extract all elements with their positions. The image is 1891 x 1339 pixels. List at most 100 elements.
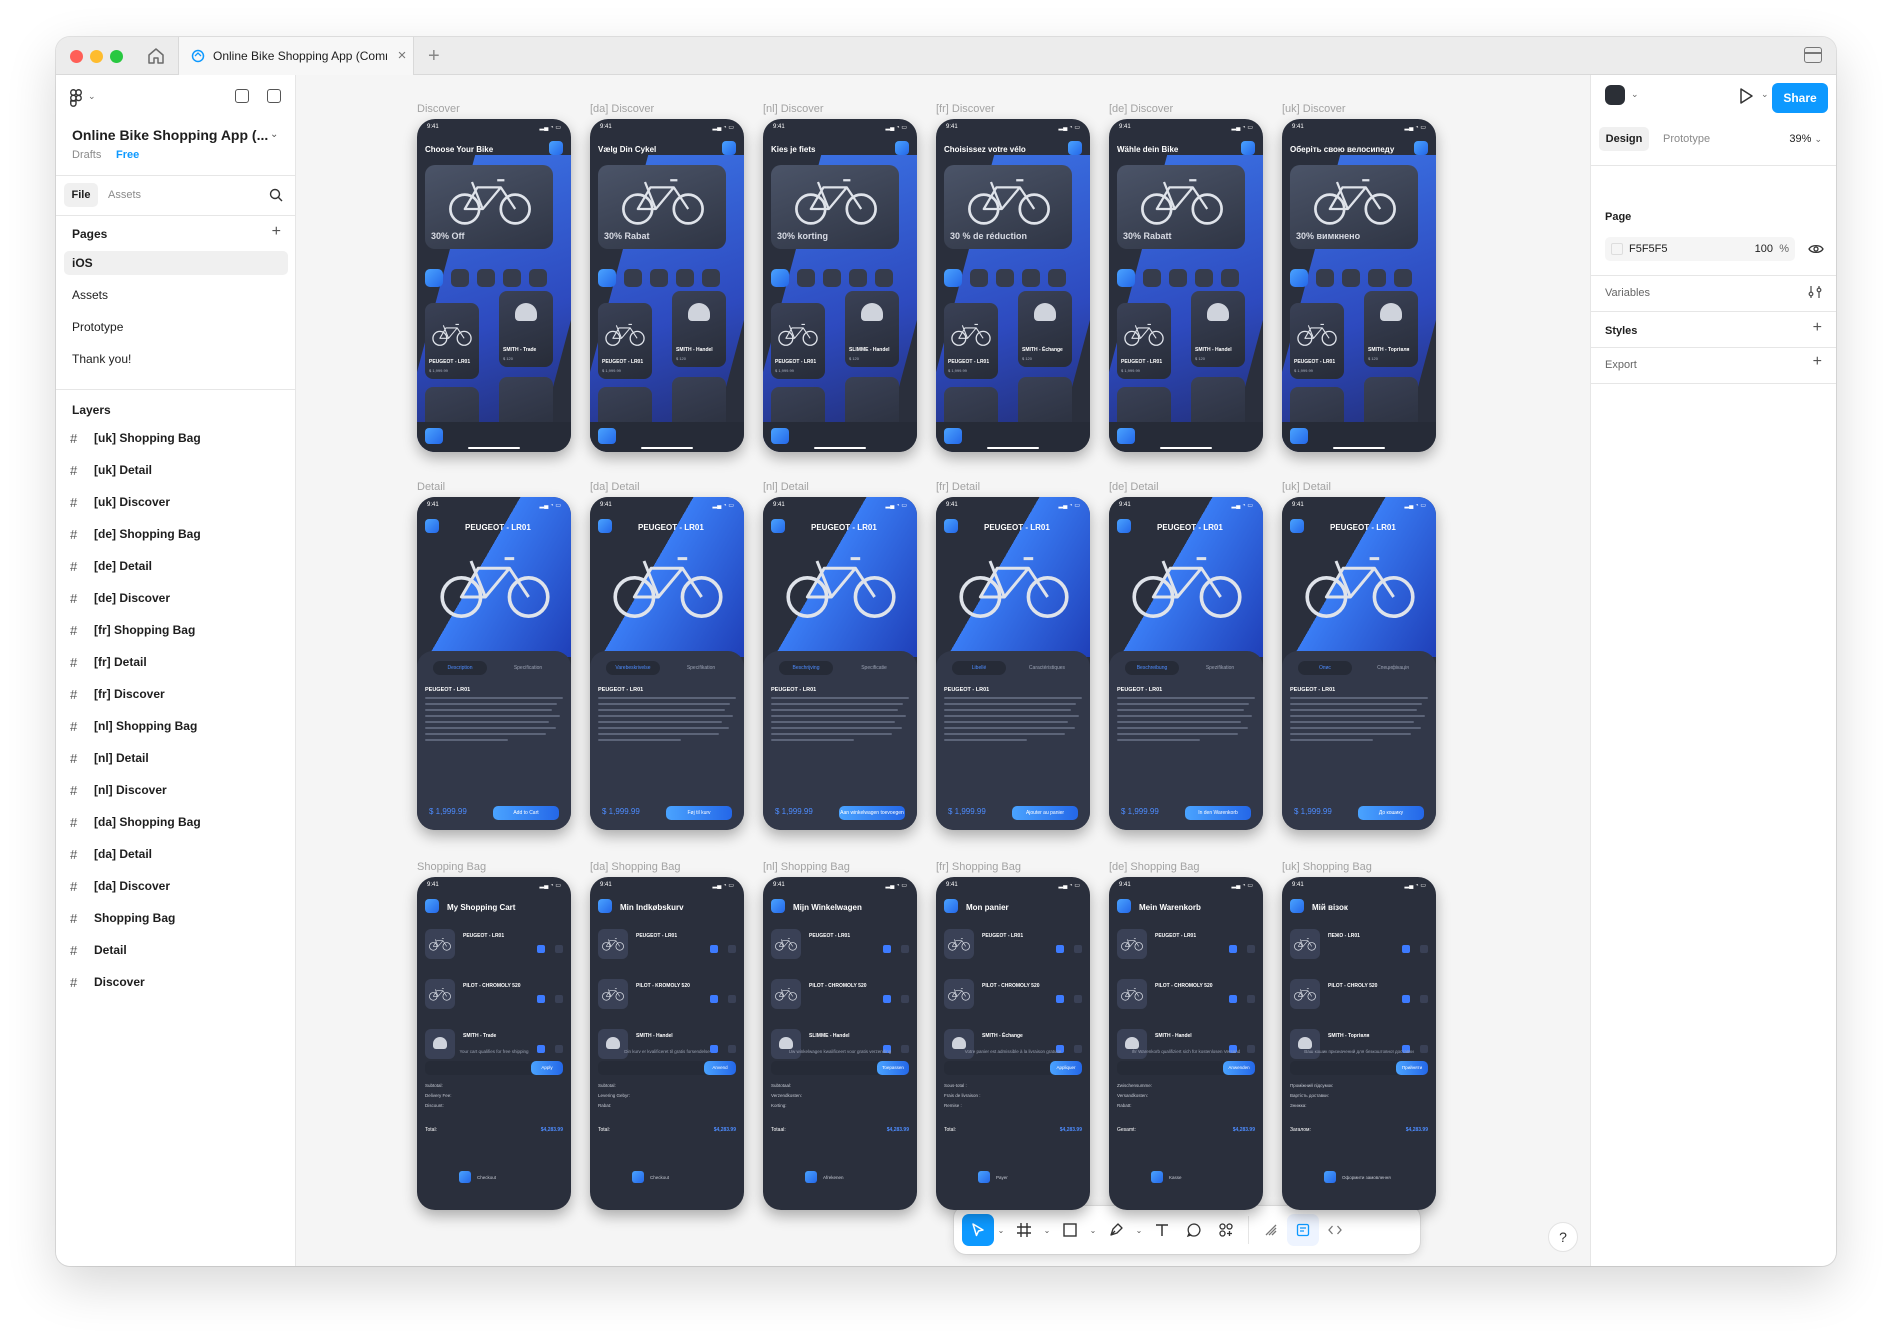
page-color-field[interactable]: F5F5F5 100 % [1605, 237, 1795, 261]
plus-button[interactable] [537, 995, 545, 1003]
variables-heading[interactable]: Variables [1605, 287, 1650, 299]
tab-design[interactable]: Design [1599, 127, 1649, 151]
quantity-stepper[interactable] [537, 995, 563, 1003]
tab-specification[interactable]: Specificatie [847, 661, 901, 675]
apply-button[interactable]: Прийняти [1396, 1061, 1428, 1075]
discover-screen[interactable]: 9:41 ▂▄ ◔ ▭ Оберіть свою велосипеду 30% вим… [1282, 119, 1436, 452]
frame-label[interactable]: [da] Shopping Bag [590, 861, 681, 873]
tab-specification[interactable]: Specifikation [674, 661, 728, 675]
chevron-down-icon[interactable]: ⌄ [1086, 1226, 1100, 1235]
minus-button[interactable] [1420, 945, 1428, 953]
zoom-dropdown[interactable]: 39% ⌄ [1789, 127, 1822, 151]
detail-screen[interactable]: 9:41 ▂▄ ◔ ▭ PEUGEOT - LR01 Beschreibung Spez… [1109, 497, 1263, 830]
cart-item[interactable]: SLIMME - Handel [771, 1029, 909, 1061]
tab-bar-bike-button[interactable] [598, 428, 616, 444]
product-card[interactable]: PEUGEOT - LR01 $ 1,999.99 [1290, 303, 1344, 379]
category-button[interactable] [477, 269, 495, 287]
file-name[interactable]: Online Bike Shopping App (... [72, 127, 268, 143]
page-color-hex[interactable]: F5F5F5 [1629, 237, 1668, 261]
comment-tool-icon[interactable] [1178, 1214, 1210, 1246]
cart-item[interactable]: PEUGEOT - LR01 [598, 929, 736, 961]
close-tab-icon[interactable]: × [393, 47, 411, 65]
frame-tool-icon[interactable] [1008, 1214, 1040, 1246]
detail-screen[interactable]: 9:41 ▂▄ ◔ ▭ PEUGEOT - LR01 Varebeskrivelse S… [590, 497, 744, 830]
detail-screen[interactable]: 9:41 ▂▄ ◔ ▭ PEUGEOT - LR01 Опис Специфікація… [1282, 497, 1436, 830]
plus-button[interactable] [710, 945, 718, 953]
category-button[interactable] [624, 269, 642, 287]
shopping-bag-screen[interactable]: 9:41 ▂▄ ◔ ▭ Min Indkøbskurv PEUGEOT - LR01 P… [590, 877, 744, 1210]
layer-item[interactable]: # [nl] Shopping Bag [70, 715, 197, 737]
category-button[interactable] [1169, 269, 1187, 287]
hero-banner[interactable]: 30% Rabatt [1117, 165, 1245, 249]
chevron-down-icon[interactable]: ⌄ [1040, 1226, 1054, 1235]
cart-item[interactable]: PILOT - CHROMOLY 520 [944, 979, 1082, 1011]
quantity-stepper[interactable] [1056, 945, 1082, 953]
frame-label[interactable]: [fr] Shopping Bag [936, 861, 1021, 873]
maximize-window-button[interactable] [110, 50, 123, 63]
cart-item[interactable]: PEUGEOT - LR01 [944, 929, 1082, 961]
product-card[interactable]: SMITH - Handel $ 120 [672, 291, 726, 367]
product-card[interactable]: SLIMME - Handel $ 120 [845, 291, 899, 367]
chevron-down-icon[interactable]: ⌄ [1761, 89, 1769, 100]
shopping-bag-screen[interactable]: 9:41 ▂▄ ◔ ▭ My Shopping Cart PEUGEOT - LR01… [417, 877, 571, 1210]
checkout-button[interactable] [1151, 1171, 1163, 1183]
dev-mode-icon[interactable] [1319, 1214, 1351, 1246]
product-card[interactable]: PEUGEOT - LR01 $ 1,999.99 [944, 303, 998, 379]
quantity-stepper[interactable] [1229, 995, 1255, 1003]
frame-label[interactable]: [de] Shopping Bag [1109, 861, 1200, 873]
product-card[interactable]: PEUGEOT - LR01 $ 1,999.99 [425, 303, 479, 379]
promo-code-input[interactable]: Anvend [598, 1061, 736, 1075]
cart-item[interactable]: SMITH - Échange [944, 1029, 1082, 1061]
add-to-cart-button[interactable]: До кошику [1358, 806, 1424, 820]
cart-item[interactable]: PEUGEOT - LR01 [1117, 929, 1255, 961]
category-button[interactable] [875, 269, 893, 287]
add-page-icon[interactable]: + [272, 223, 281, 241]
frame-label[interactable]: [fr] Discover [936, 103, 995, 115]
category-button[interactable] [1368, 269, 1386, 287]
back-button[interactable] [425, 519, 439, 533]
tab-bar-bike-button[interactable] [771, 428, 789, 444]
tab-specification[interactable]: Caractéristiques [1020, 661, 1074, 675]
category-button[interactable] [849, 269, 867, 287]
cart-item[interactable]: SMITH - Handel [598, 1029, 736, 1061]
layer-item[interactable]: # [de] Discover [70, 587, 170, 609]
tab-description[interactable]: Libellé [952, 661, 1006, 675]
hero-banner[interactable]: 30% Off [425, 165, 553, 249]
eye-icon[interactable] [1808, 241, 1824, 257]
discover-screen[interactable]: 9:41 ▂▄ ◔ ▭ Choisissez votre vélo 30 % de r… [936, 119, 1090, 452]
product-card[interactable]: PEUGEOT - LR01 $ 1,999.99 [1117, 303, 1171, 379]
plus-button[interactable] [710, 995, 718, 1003]
cart-item[interactable]: PILOT - CHROMOLY 520 [1117, 979, 1255, 1011]
minus-button[interactable] [1420, 995, 1428, 1003]
sidebar-toggle-icon[interactable] [267, 89, 281, 103]
frame-label[interactable]: Detail [417, 481, 445, 493]
panel-toggle-icon[interactable] [1804, 47, 1822, 63]
minus-button[interactable] [728, 995, 736, 1003]
chevron-down-icon[interactable]: ⌄ [88, 91, 96, 102]
category-button[interactable] [451, 269, 469, 287]
file-tab[interactable]: Online Bike Shopping App (Comr × [178, 37, 414, 75]
apply-button[interactable]: Toepassen [877, 1061, 909, 1075]
back-button[interactable] [1117, 899, 1131, 913]
cart-item[interactable]: SMITH - Handel [1117, 1029, 1255, 1061]
checkout-button[interactable] [1324, 1171, 1336, 1183]
frame-label[interactable]: [uk] Discover [1282, 103, 1346, 115]
add-style-icon[interactable]: + [1813, 319, 1822, 337]
category-button[interactable] [702, 269, 720, 287]
discover-screen[interactable]: 9:41 ▂▄ ◔ ▭ Kies je fiets 30% korting PEUGEO… [763, 119, 917, 452]
plus-button[interactable] [1229, 995, 1237, 1003]
layer-item[interactable]: # [da] Discover [70, 875, 170, 897]
apply-button[interactable]: Anwenden [1223, 1061, 1255, 1075]
product-card[interactable]: SMITH - Торгівля $ 120 [1364, 291, 1418, 367]
chevron-down-icon[interactable]: ⌄ [270, 129, 278, 140]
cart-item[interactable]: PILOT - CHROLY 520 [1290, 979, 1428, 1011]
cart-item[interactable]: PILOT - CHROMOLY 520 [425, 979, 563, 1011]
tab-specification[interactable]: Specification [501, 661, 555, 675]
promo-code-input[interactable]: Apply [425, 1061, 563, 1075]
page-item-assets[interactable]: Assets [64, 283, 288, 307]
play-icon[interactable] [1737, 87, 1755, 105]
quantity-stepper[interactable] [883, 995, 909, 1003]
category-button[interactable] [996, 269, 1014, 287]
layer-item[interactable]: # [uk] Discover [70, 491, 170, 513]
product-card[interactable]: PEUGEOT - LR01 $ 1,999.99 [598, 303, 652, 379]
